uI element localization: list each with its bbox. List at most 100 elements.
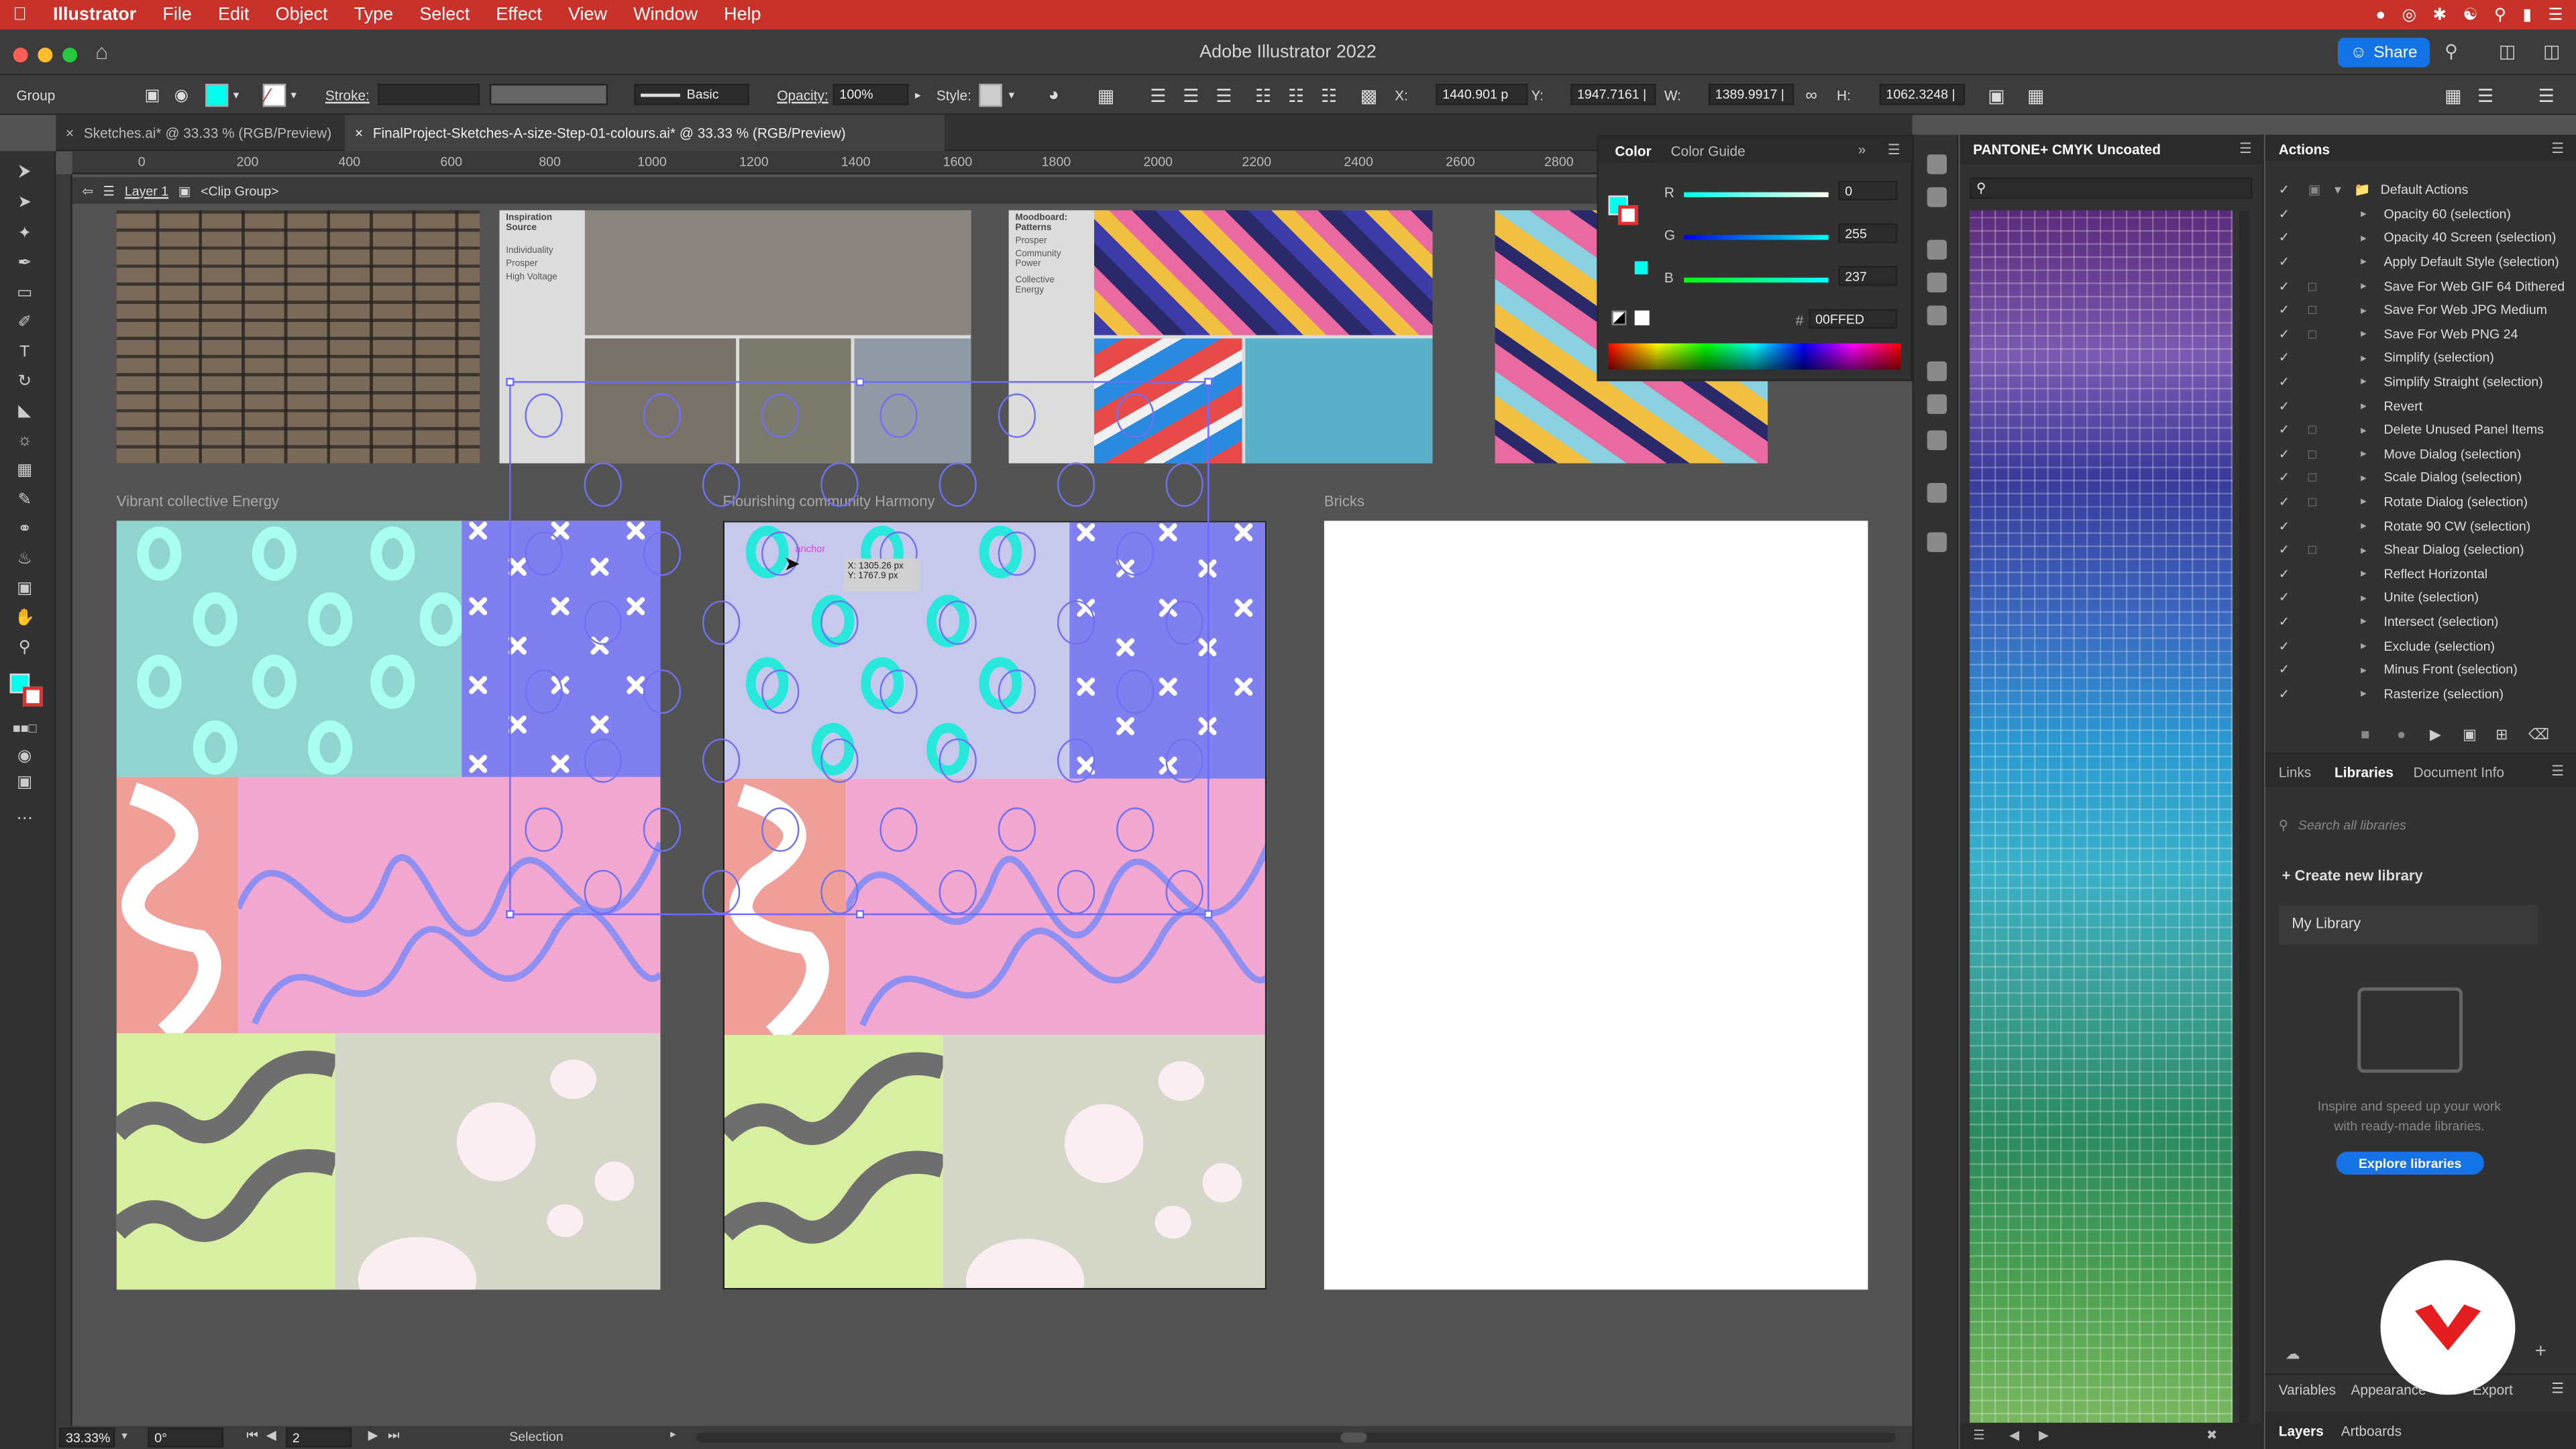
eraser-tool-icon[interactable]: ◣ xyxy=(11,401,38,424)
swatch-scrollbar[interactable] xyxy=(2239,210,2249,1426)
chevron-down-icon[interactable]: ▾ xyxy=(1009,84,1015,107)
g-field[interactable]: 255 xyxy=(1838,223,1898,244)
swatch-grid[interactable] xyxy=(1970,210,2233,1426)
chevron-right-icon[interactable]: ▸ xyxy=(2361,519,2367,533)
artboard-number-field[interactable]: 2 xyxy=(286,1428,352,1448)
artboard-bricks[interactable] xyxy=(1324,521,1868,1290)
control-center-icon[interactable]: ☰ xyxy=(2548,6,2563,24)
create-library-button[interactable]: + Create new library xyxy=(2282,867,2423,883)
action-row[interactable]: ✓ ▸ Apply Default Style (selection) xyxy=(2265,250,2576,274)
menu-type[interactable]: Type xyxy=(341,5,407,24)
canvas[interactable]: Inspiration Source Individuality Prosper… xyxy=(72,203,1896,1426)
breadcrumb-layer[interactable]: Layer 1 xyxy=(125,183,168,198)
dialog-toggle-icon[interactable]: □ xyxy=(2308,543,2316,557)
chevron-right-icon[interactable]: ▸ xyxy=(2361,376,2367,388)
y-field[interactable]: 1947.7161 | xyxy=(1570,83,1656,105)
chevron-right-icon[interactable]: ▸ xyxy=(2361,472,2367,484)
hex-field[interactable]: 00FFED xyxy=(1809,309,1898,329)
my-library-item[interactable]: My Library xyxy=(2278,905,2538,945)
cmyk-swatch[interactable] xyxy=(1634,261,1648,274)
panel-menu-icon[interactable]: ☰ xyxy=(2239,140,2252,158)
menu-select[interactable]: Select xyxy=(407,5,483,24)
reference-point-icon[interactable]: ▩ xyxy=(1360,84,1377,107)
check-icon[interactable]: ✓ xyxy=(2279,351,2290,366)
blend-tool-icon[interactable]: ⚭ xyxy=(11,519,38,542)
menu-edit[interactable]: Edit xyxy=(205,5,262,24)
arrange-docs-icon[interactable]: ▦ xyxy=(2445,84,2461,107)
dialog-toggle-icon[interactable]: □ xyxy=(2308,447,2316,462)
check-icon[interactable]: ✓ xyxy=(2279,639,2290,653)
library-search[interactable]: ⚲ Search all libraries xyxy=(2279,813,2558,836)
dialog-toggle-icon[interactable]: □ xyxy=(2308,303,2316,317)
chevron-right-icon[interactable]: ▸ xyxy=(2361,327,2367,341)
none-swatch[interactable] xyxy=(1611,310,1627,325)
collapse-icon[interactable]: » xyxy=(1858,142,1866,158)
graphic-style-swatch[interactable] xyxy=(979,83,1002,107)
workspace-icon[interactable]: ◫ xyxy=(2499,41,2516,62)
artboard-label[interactable]: Vibrant collective Energy xyxy=(117,493,279,509)
action-row[interactable]: ✓ □ ▸ Move Dialog (selection) xyxy=(2265,442,2576,466)
swatch-search-field[interactable]: ⚲ xyxy=(1970,177,2253,199)
selection-tool-icon[interactable]: ⮞ xyxy=(11,161,38,184)
comments-icon[interactable] xyxy=(1927,532,1947,552)
rectangle-tool-icon[interactable]: ▭ xyxy=(11,282,38,305)
check-icon[interactable]: ✓ xyxy=(2279,231,2290,246)
first-artboard-icon[interactable]: ⏮ xyxy=(246,1428,258,1444)
fill-swatch[interactable] xyxy=(205,83,229,107)
apple-icon[interactable]:  xyxy=(0,5,40,24)
tab-final-project[interactable]: × FinalProject-Sketches-A-size-Step-01-c… xyxy=(345,115,945,152)
action-row[interactable]: ✓ ▸ Opacity 40 Screen (selection) xyxy=(2265,226,2576,250)
chevron-right-icon[interactable]: ▸ xyxy=(2361,639,2367,652)
tab-color-guide[interactable]: Color Guide xyxy=(1671,143,1746,159)
check-icon[interactable]: ✓ xyxy=(2279,255,2290,270)
chevron-right-icon[interactable]: ▸ xyxy=(2361,352,2367,364)
check-icon[interactable]: ✓ xyxy=(2279,374,2290,389)
menu-view[interactable]: View xyxy=(555,5,620,24)
menu-help[interactable]: Help xyxy=(711,5,775,24)
new-action-icon[interactable]: ⊞ xyxy=(2496,726,2508,744)
search-icon[interactable]: ⚲ xyxy=(2494,6,2506,24)
stroke-panel-icon[interactable] xyxy=(1927,361,1947,382)
scroll-thumb[interactable] xyxy=(1340,1432,1367,1443)
chevron-right-icon[interactable]: ▸ xyxy=(2361,303,2367,317)
tab-sketches[interactable]: × Sketches.ai* @ 33.33 % (RGB/Preview) xyxy=(56,115,343,151)
brush-field[interactable]: Basic xyxy=(634,83,749,105)
chevron-down-icon[interactable]: ▾ xyxy=(290,84,297,107)
opacity-field[interactable]: 100% xyxy=(833,83,909,105)
stop-icon[interactable]: ■ xyxy=(2361,726,2369,742)
transform-icon[interactable]: ▦ xyxy=(1097,84,1114,107)
resize-handle[interactable] xyxy=(506,910,515,918)
current-tool-label[interactable]: Selection xyxy=(509,1430,564,1444)
check-icon[interactable]: ✓ xyxy=(2279,566,2290,581)
action-row[interactable]: ✓ ▸ Simplify (selection) xyxy=(2265,346,2576,370)
variable-width-field[interactable] xyxy=(489,83,608,105)
chevron-right-icon[interactable]: ▸ xyxy=(2361,207,2367,221)
resize-handle[interactable] xyxy=(1204,378,1213,386)
symbol-sprayer-icon[interactable]: ♨ xyxy=(11,549,38,572)
artboards-panel-icon[interactable] xyxy=(1927,483,1947,503)
action-row[interactable]: ✓ ▸ Reflect Horizontal xyxy=(2265,562,2576,586)
action-row[interactable]: ✓ ▸ Exclude (selection) xyxy=(2265,634,2576,658)
screen-mode-icon[interactable]: ▣ xyxy=(11,772,38,795)
transform-panel-icon[interactable]: ▣ xyxy=(1988,84,2004,107)
record-icon[interactable]: ● xyxy=(2397,726,2406,742)
chevron-right-icon[interactable]: ▸ xyxy=(2361,663,2367,676)
x-field[interactable]: 1440.901 p xyxy=(1436,83,1528,105)
recolor-icon[interactable]: ◉ xyxy=(174,84,189,107)
stroke-weight-field[interactable] xyxy=(378,83,480,105)
magic-wand-icon[interactable]: ✦ xyxy=(11,223,38,246)
chevron-right-icon[interactable]: ▸ xyxy=(915,84,921,107)
check-icon[interactable]: ✓ xyxy=(2279,470,2290,485)
panel-menu-icon[interactable]: ☰ xyxy=(1888,142,1900,160)
explore-libraries-button[interactable]: Explore libraries xyxy=(2336,1151,2484,1175)
library-menu-icon[interactable]: ☰ xyxy=(1973,1428,1985,1442)
align-bottom-icon[interactable]: ☷ xyxy=(1321,84,1337,107)
w-field[interactable]: 1389.9917 | xyxy=(1708,83,1794,105)
gradient-panel-icon[interactable] xyxy=(1927,394,1947,415)
link-icon[interactable]: ∞ xyxy=(1805,84,1817,107)
chevron-right-icon[interactable]: ▸ xyxy=(2361,687,2367,700)
white-swatch[interactable] xyxy=(1634,310,1650,325)
artboard-tool-icon[interactable]: ▣ xyxy=(11,578,38,601)
battery-icon[interactable]: ▮ xyxy=(2522,6,2532,24)
back-arrow-icon[interactable]: ⇦ xyxy=(82,183,93,198)
